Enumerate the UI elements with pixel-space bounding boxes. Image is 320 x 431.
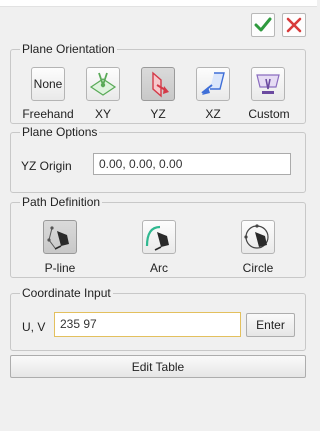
plane-orientation-legend: Plane Orientation [20,42,117,56]
xy-plane-icon [89,72,117,96]
origin-label: YZ Origin [21,159,72,173]
plane-freehand-label: Freehand [22,107,74,121]
plane-orientation-group: Plane Orientation None Freehand XY YZ XZ [10,42,306,124]
xz-plane-icon [201,72,225,95]
coordinate-input-group: Coordinate Input U, V 235 97 Enter [10,286,306,351]
uv-input[interactable]: 235 97 [54,312,241,337]
none-button-text: None [33,77,63,91]
custom-plane-icon [256,74,280,94]
path-arc-button[interactable] [142,220,176,254]
path-circle-button[interactable] [241,220,275,254]
plane-xy-label: XY [94,107,111,121]
plane-yz-label: YZ [150,107,166,121]
enter-button[interactable]: Enter [246,313,295,337]
plane-xz-button[interactable] [196,67,230,101]
plane-options-legend: Plane Options [20,125,100,139]
uv-label: U, V [22,320,46,334]
origin-input[interactable]: 0.00, 0.00, 0.00 [93,153,291,175]
plane-freehand-button[interactable]: None [31,67,65,101]
plane-custom-label: Custom [248,107,290,121]
confirm-button[interactable] [251,13,275,37]
cancel-button[interactable] [282,13,306,37]
plane-xy-button[interactable] [86,67,120,101]
path-circle-label: Circle [242,261,274,275]
path-definition-legend: Path Definition [20,195,103,209]
path-pline-button[interactable] [43,220,77,254]
path-pline-label: P-line [44,261,76,275]
edit-table-button[interactable]: Edit Table [10,355,306,378]
checkmark-icon [254,17,272,32]
path-definition-group: Path Definition P-line Arc Circle [10,195,306,278]
yz-plane-icon [152,71,169,98]
plane-yz-button[interactable] [141,67,175,101]
plane-custom-button[interactable] [251,67,285,101]
polyline-pen-icon [47,226,69,250]
arc-pen-icon [145,225,169,251]
circle-pen-icon [244,224,269,249]
plane-options-group: Plane Options YZ Origin 0.00, 0.00, 0.00 [10,125,306,193]
plane-xz-label: XZ [205,107,221,121]
close-icon [286,17,302,33]
coordinate-input-legend: Coordinate Input [20,286,113,300]
path-arc-label: Arc [150,261,168,275]
title-strip [0,0,317,7]
